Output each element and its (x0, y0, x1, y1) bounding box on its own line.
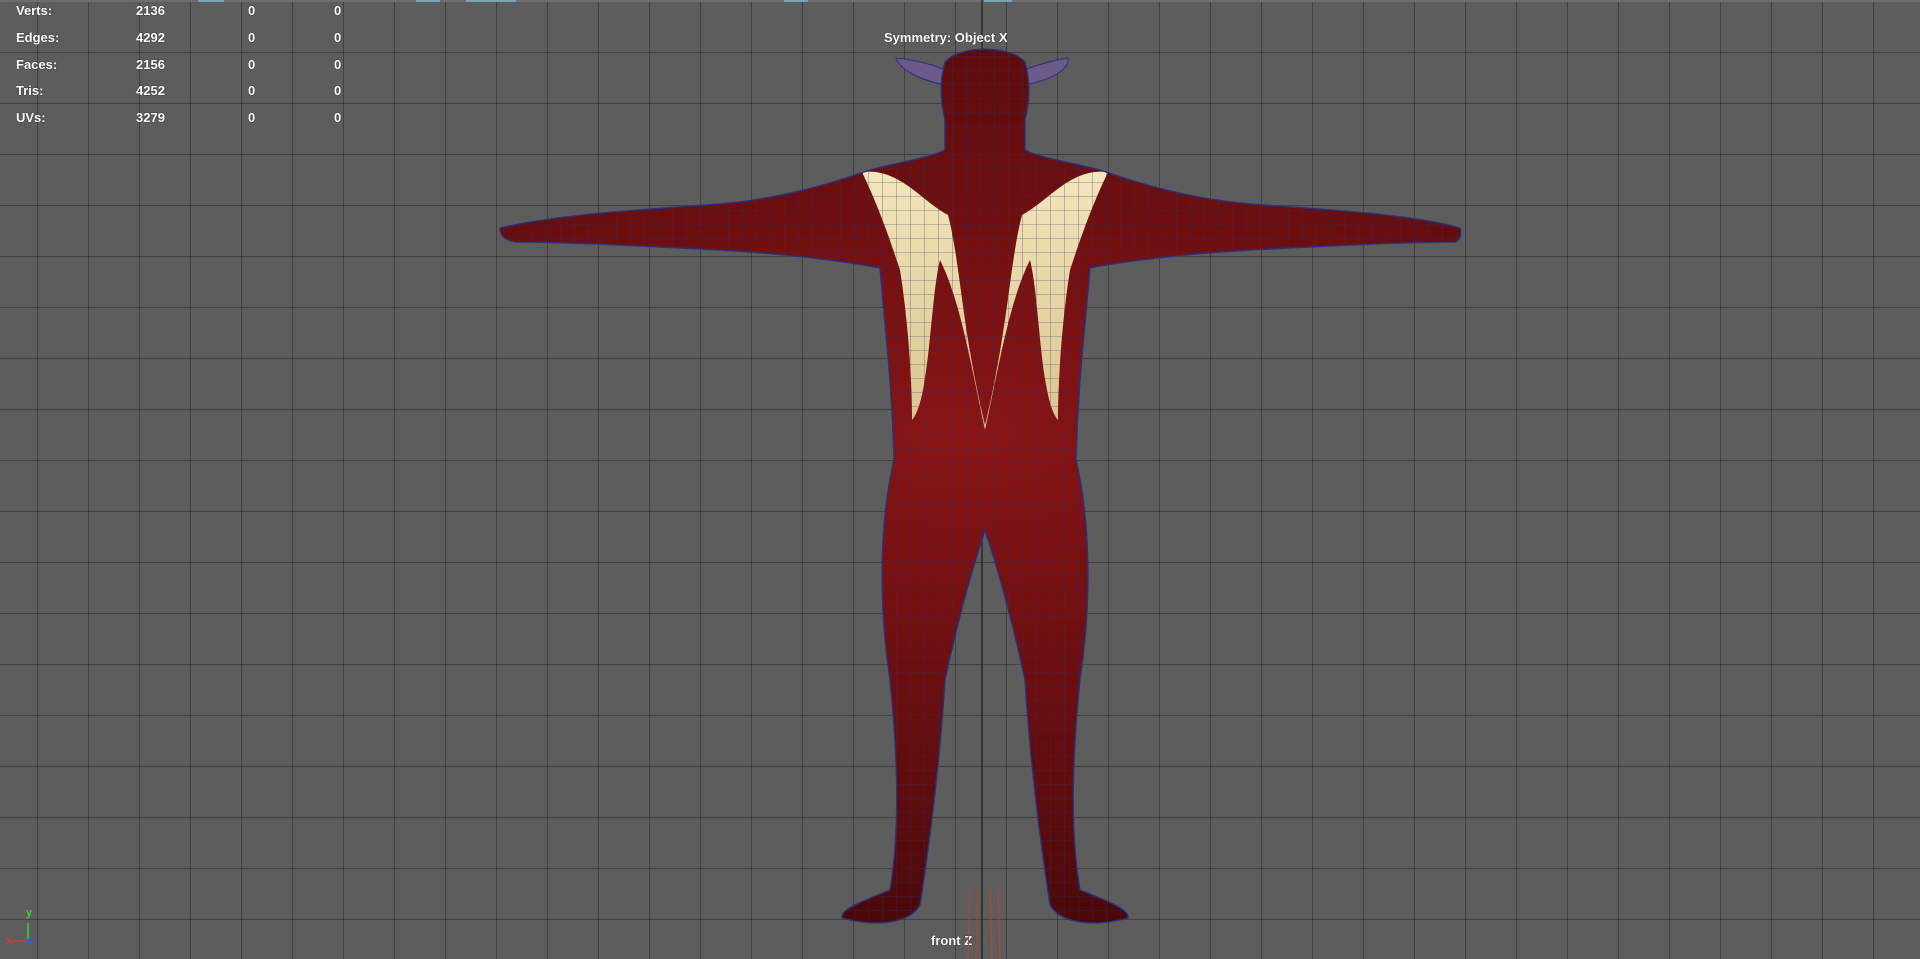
hud-label: Tris: (16, 83, 44, 98)
hud-label: Faces: (16, 57, 58, 72)
hud-row-uvs: UVs: 3279 0 0 (0, 110, 360, 128)
hud-label: Verts: (16, 3, 53, 18)
hud-value: 3279 (136, 110, 165, 125)
axis-z-label: z (28, 935, 34, 947)
hud-value: 4252 (136, 83, 165, 98)
axis-x-label: x (6, 935, 13, 947)
body-mesh (500, 49, 1461, 923)
hud-value: 0 (334, 83, 342, 98)
hud-label: Edges: (16, 30, 60, 45)
hud-row-edges: Edges: 4292 0 0 (0, 30, 360, 48)
symmetry-status: Symmetry: Object X (884, 30, 1008, 45)
hud-value: 0 (248, 57, 256, 72)
hud-value: 2136 (136, 3, 165, 18)
axis-y-label: y (26, 907, 33, 919)
hud-row-faces: Faces: 2156 0 0 (0, 57, 360, 75)
hud-value: 0 (334, 30, 342, 45)
hud-value: 0 (248, 30, 256, 45)
hud-row-tris: Tris: 4252 0 0 (0, 83, 360, 101)
hud-row-verts: Verts: 2136 0 0 (0, 3, 360, 21)
hud-label: UVs: (16, 110, 46, 125)
hud-value: 0 (334, 110, 342, 125)
viewport-front[interactable]: Verts: 2136 0 0 Edges: 4292 0 0 Faces: 2… (0, 0, 1920, 959)
hud-value: 0 (334, 57, 342, 72)
hud-value: 0 (248, 83, 256, 98)
camera-marker (967, 889, 1001, 959)
hud-value: 2156 (136, 57, 165, 72)
hud-value: 0 (248, 110, 256, 125)
hud-value: 0 (248, 3, 256, 18)
hud-value: 4292 (136, 30, 165, 45)
character-model[interactable] (0, 0, 1920, 959)
hud-value: 0 (334, 3, 342, 18)
axis-gizmo-icon: y x z (4, 905, 44, 955)
